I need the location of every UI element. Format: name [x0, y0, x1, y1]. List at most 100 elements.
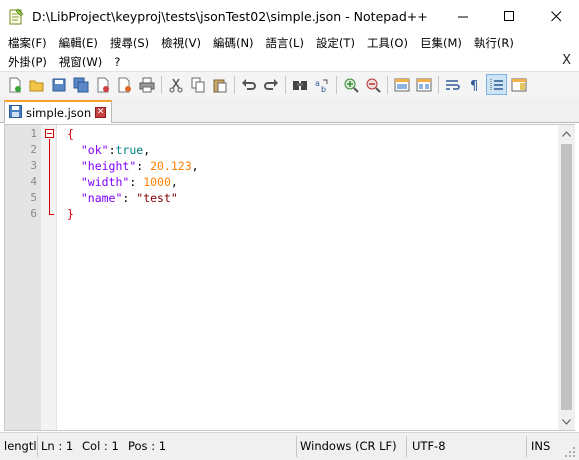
code-line-3: "height": 20.123, — [67, 158, 199, 174]
comma-token: , — [143, 143, 151, 157]
redo-icon[interactable] — [260, 74, 281, 95]
sync-horizontal-icon[interactable] — [413, 74, 434, 95]
code-line-2: "ok":true, — [67, 142, 150, 158]
new-file-icon[interactable] — [4, 74, 25, 95]
comma-token: , — [170, 175, 178, 189]
minimize-button[interactable] — [440, 0, 486, 33]
brace-token: { — [67, 127, 74, 141]
resize-grip-icon[interactable] — [564, 446, 576, 460]
code-line-1: { — [67, 126, 74, 142]
number-token: 20.123 — [150, 159, 192, 173]
editor-pane[interactable]: 1 2 3 4 5 6 { "ok":true, "height": 20.12… — [4, 124, 575, 431]
menu-encoding[interactable]: 編碼(N) — [205, 35, 258, 51]
status-separator — [406, 436, 407, 457]
line-number: 4 — [30, 175, 37, 188]
zoom-out-icon[interactable] — [362, 74, 383, 95]
fold-end-marker — [49, 214, 54, 215]
code-line-5: "name": "test" — [67, 190, 178, 206]
indent-guide-icon[interactable] — [486, 74, 507, 95]
tab-simple-json[interactable]: simple.json ✕ — [4, 100, 113, 123]
menu-window[interactable]: 視窗(W) — [51, 54, 106, 70]
scroll-down-arrow-icon[interactable] — [558, 413, 575, 430]
word-wrap-icon[interactable] — [442, 74, 463, 95]
paste-icon[interactable] — [209, 74, 230, 95]
document-map-icon[interactable] — [508, 74, 529, 95]
menu-view[interactable]: 檢視(V) — [153, 35, 205, 51]
find-icon[interactable] — [289, 74, 310, 95]
colon-token: : — [108, 143, 116, 157]
key-token: "height" — [80, 159, 137, 173]
save-icon[interactable] — [48, 74, 69, 95]
status-separator — [296, 436, 297, 457]
status-insert-mode[interactable]: INS — [531, 439, 550, 453]
menu-language[interactable]: 語言(L) — [258, 35, 308, 51]
key-token: "name" — [80, 191, 123, 205]
colon-token: : — [122, 191, 137, 205]
fold-collapse-icon[interactable] — [45, 129, 54, 138]
menu-run[interactable]: 執行(R) — [466, 35, 518, 51]
status-line: Ln : 1 — [41, 439, 74, 453]
vertical-scrollbar[interactable] — [558, 125, 575, 430]
sync-vertical-icon[interactable] — [391, 74, 412, 95]
toolbar-separator — [438, 75, 439, 94]
notepad-plus-plus-icon — [9, 8, 24, 25]
svg-text:b: b — [321, 85, 326, 93]
open-folder-icon[interactable] — [26, 74, 47, 95]
toolbar-separator — [234, 75, 235, 94]
menu-search[interactable]: 搜尋(S) — [102, 35, 153, 51]
line-number: 2 — [30, 143, 37, 156]
tab-close-icon[interactable]: ✕ — [95, 107, 107, 118]
code-line-4: "width": 1000, — [67, 174, 178, 190]
scroll-up-arrow-icon[interactable] — [558, 125, 575, 142]
comma-token: , — [191, 159, 199, 173]
close-all-icon[interactable] — [114, 74, 135, 95]
show-all-characters-icon[interactable]: ¶ — [464, 74, 485, 95]
menu-plugins[interactable]: 外掛(P) — [0, 54, 51, 70]
status-eol[interactable]: Windows (CR LF) — [300, 439, 397, 453]
string-token: "test" — [136, 191, 178, 205]
code-text-area[interactable]: { "ok":true, "height": 20.123, "width": … — [57, 125, 558, 430]
toolbar-separator — [161, 75, 162, 94]
line-number: 1 — [30, 127, 37, 140]
menu-row-1: 檔案(F) 編輯(E) 搜尋(S) 檢視(V) 編碼(N) 語言(L) 設定(T… — [0, 33, 518, 52]
menu-row-2: 外掛(P) 視窗(W) ? — [0, 52, 124, 71]
close-document-x[interactable]: X — [562, 53, 571, 68]
status-separator — [526, 436, 527, 457]
toolbar-separator — [387, 75, 388, 94]
line-number-margin: 1 2 3 4 5 6 — [5, 125, 41, 430]
key-token: "ok" — [80, 143, 109, 157]
colon-token: : — [136, 159, 151, 173]
close-file-icon[interactable] — [92, 74, 113, 95]
title-bar: D:\LibProject\keyproj\tests\jsonTest02\s… — [0, 0, 579, 33]
menu-tools[interactable]: 工具(O) — [359, 35, 412, 51]
zoom-in-icon[interactable] — [340, 74, 361, 95]
code-line-6: } — [67, 206, 74, 222]
status-separator — [37, 436, 38, 457]
line-number: 3 — [30, 159, 37, 172]
fold-guide-line — [49, 139, 50, 214]
cut-icon[interactable] — [165, 74, 186, 95]
menu-help[interactable]: ? — [106, 55, 124, 69]
print-icon[interactable] — [136, 74, 157, 95]
svg-text:a: a — [315, 79, 320, 88]
close-window-button[interactable] — [533, 0, 579, 33]
save-state-icon — [9, 104, 22, 121]
tab-label: simple.json — [26, 105, 92, 120]
key-token: "width" — [80, 175, 130, 189]
status-encoding[interactable]: UTF-8 — [412, 439, 446, 453]
status-position: Pos : 1 — [128, 439, 167, 453]
copy-icon[interactable] — [187, 74, 208, 95]
status-bar: lengtl Ln : 1 Col : 1 Pos : 1 Windows (C… — [0, 432, 579, 460]
save-all-icon[interactable] — [70, 74, 91, 95]
maximize-button[interactable] — [486, 0, 532, 33]
menu-bar: 檔案(F) 編輯(E) 搜尋(S) 檢視(V) 編碼(N) 語言(L) 設定(T… — [0, 33, 579, 71]
menu-file[interactable]: 檔案(F) — [0, 35, 51, 51]
menu-settings[interactable]: 設定(T) — [308, 35, 359, 51]
menu-macro[interactable]: 巨集(M) — [412, 35, 466, 51]
menu-edit[interactable]: 編輯(E) — [51, 35, 102, 51]
status-column: Col : 1 — [82, 439, 119, 453]
undo-icon[interactable] — [238, 74, 259, 95]
scrollbar-thumb[interactable] — [561, 144, 572, 410]
replace-icon[interactable]: ab — [311, 74, 332, 95]
status-length: lengtl — [4, 439, 37, 453]
